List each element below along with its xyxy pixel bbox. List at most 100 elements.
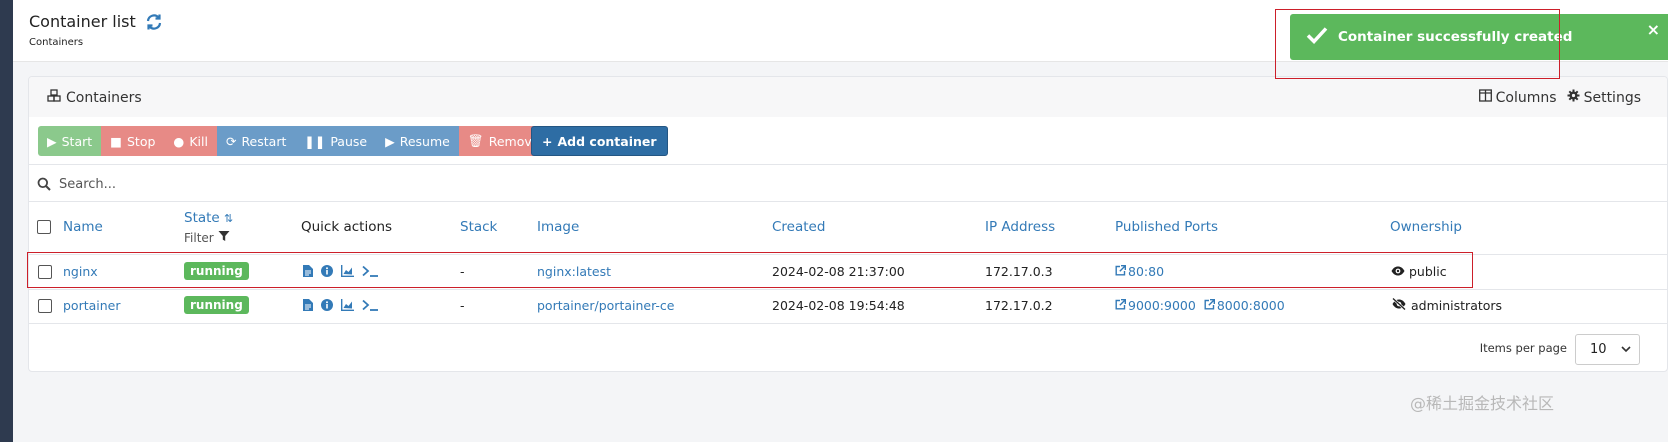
container-name-link[interactable]: portainer — [63, 298, 121, 313]
bomb-icon: ● — [173, 133, 185, 149]
row-checkbox[interactable] — [38, 265, 52, 279]
ip-cell: 172.17.0.2 — [985, 298, 1053, 313]
created-cell: 2024-02-08 21:37:00 — [772, 264, 905, 279]
resume-button[interactable]: ▶ Resume — [376, 126, 459, 156]
pause-label: Pause — [330, 133, 368, 149]
logs-icon[interactable] — [303, 265, 313, 277]
check-icon — [1306, 26, 1328, 48]
row-divider — [29, 323, 1667, 324]
columns-button[interactable]: Columns — [1478, 89, 1557, 106]
column-published-ports[interactable]: Published Ports — [1115, 219, 1218, 235]
panel-title: Containers — [47, 89, 142, 107]
stack-cell: - — [460, 264, 465, 279]
info-icon[interactable] — [321, 299, 333, 311]
status-badge: running — [184, 296, 249, 314]
row-divider — [29, 254, 1667, 255]
container-name-link[interactable]: nginx — [63, 264, 98, 279]
created-cell: 2024-02-08 19:54:48 — [772, 298, 905, 313]
stop-icon: ■ — [110, 133, 122, 149]
watermark: @稀土掘金技术社区 — [1410, 394, 1555, 413]
panel-tools: Columns Settings — [1478, 89, 1641, 106]
external-link-icon — [1115, 264, 1126, 279]
console-icon[interactable] — [362, 265, 379, 277]
column-state-label: State — [184, 210, 220, 226]
quick-actions — [303, 299, 379, 311]
page-title: Container list — [29, 12, 136, 31]
port-label: 8000:8000 — [1216, 298, 1285, 313]
add-container-button[interactable]: + Add container — [531, 126, 668, 156]
port-label: 80:80 — [1128, 264, 1165, 279]
toast-message: Container successfully created — [1338, 29, 1573, 45]
close-icon[interactable]: × — [1647, 20, 1660, 39]
kill-button[interactable]: ● Kill — [164, 126, 217, 156]
console-icon[interactable] — [362, 299, 379, 311]
ownership-label: public — [1409, 264, 1447, 279]
bulk-action-group: ▶ Start ■ Stop ● Kill ⟳ Restart ❚❚ Pause ▶ Res… — [38, 126, 549, 156]
row-checkbox[interactable] — [38, 299, 52, 313]
refresh-icon: ⟳ — [225, 133, 237, 149]
ownership-cell: administrators — [1391, 297, 1503, 313]
breadcrumb: Containers — [29, 37, 84, 48]
search-bar — [29, 164, 1667, 202]
logs-icon[interactable] — [303, 299, 313, 311]
panel-title-text: Containers — [66, 90, 142, 106]
ports-cell: 9000:9000 8000:8000 — [1115, 298, 1293, 313]
eye-icon — [1391, 264, 1405, 279]
eye-slash-icon — [1391, 297, 1407, 313]
column-ip-address[interactable]: IP Address — [985, 219, 1055, 235]
start-label: Start — [61, 133, 93, 149]
restart-button[interactable]: ⟳ Restart — [216, 126, 296, 156]
plus-icon: + — [542, 133, 553, 149]
column-name[interactable]: Name — [63, 219, 103, 235]
image-link[interactable]: nginx:latest — [537, 264, 611, 279]
containers-panel: Containers Columns Settings ▶ Start ■ Stop… — [28, 76, 1668, 372]
settings-button[interactable]: Settings — [1567, 89, 1641, 106]
column-stack[interactable]: Stack — [460, 219, 497, 235]
refresh-icon[interactable] — [144, 12, 164, 32]
column-image[interactable]: Image — [537, 219, 579, 235]
external-link-icon — [1204, 298, 1215, 313]
play-icon: ▶ — [47, 133, 57, 149]
stack-cell: - — [460, 298, 465, 313]
trash-icon: 🗑 — [467, 133, 484, 148]
column-state[interactable]: State ⇅ — [184, 210, 233, 226]
port-link[interactable]: 80:80 — [1115, 264, 1164, 279]
resume-label: Resume — [399, 133, 450, 149]
items-per-page-value: 10 — [1590, 342, 1607, 357]
stats-icon[interactable] — [341, 299, 354, 311]
column-quick-actions: Quick actions — [301, 219, 393, 235]
stop-label: Stop — [126, 133, 156, 149]
items-per-page-select[interactable]: 10 — [1575, 334, 1640, 365]
state-filter[interactable]: Filter — [184, 230, 230, 245]
column-created[interactable]: Created — [772, 219, 825, 235]
ip-cell: 172.17.0.3 — [985, 264, 1053, 279]
play-icon: ▶ — [385, 133, 395, 149]
ports-cell: 80:80 — [1115, 264, 1172, 279]
port-link[interactable]: 9000:9000 — [1115, 298, 1196, 313]
search-input[interactable] — [59, 173, 659, 195]
filter-icon — [218, 231, 230, 245]
items-per-page-label: Items per page — [1479, 341, 1567, 355]
column-ownership[interactable]: Ownership — [1390, 219, 1462, 235]
sort-icon: ⇅ — [224, 212, 234, 225]
ownership-label: administrators — [1411, 298, 1503, 313]
add-container-label: Add container — [557, 133, 657, 149]
pause-icon: ❚❚ — [304, 133, 326, 149]
gear-icon — [1567, 89, 1580, 106]
select-all-checkbox[interactable] — [37, 220, 51, 234]
image-link[interactable]: portainer/portainer-ce — [537, 298, 675, 313]
cubes-icon — [47, 89, 61, 107]
pause-button[interactable]: ❚❚ Pause — [295, 126, 377, 156]
port-link[interactable]: 8000:8000 — [1204, 298, 1285, 313]
stop-button[interactable]: ■ Stop — [101, 126, 165, 156]
chevron-down-icon — [1621, 342, 1631, 357]
ownership-cell: public — [1391, 264, 1447, 279]
stats-icon[interactable] — [341, 265, 354, 277]
search-icon — [37, 176, 51, 195]
quick-actions — [303, 265, 379, 277]
info-icon[interactable] — [321, 265, 333, 277]
success-toast: Container successfully created × — [1290, 14, 1668, 60]
restart-label: Restart — [241, 133, 287, 149]
start-button[interactable]: ▶ Start — [38, 126, 102, 156]
sidebar-edge — [0, 0, 13, 442]
